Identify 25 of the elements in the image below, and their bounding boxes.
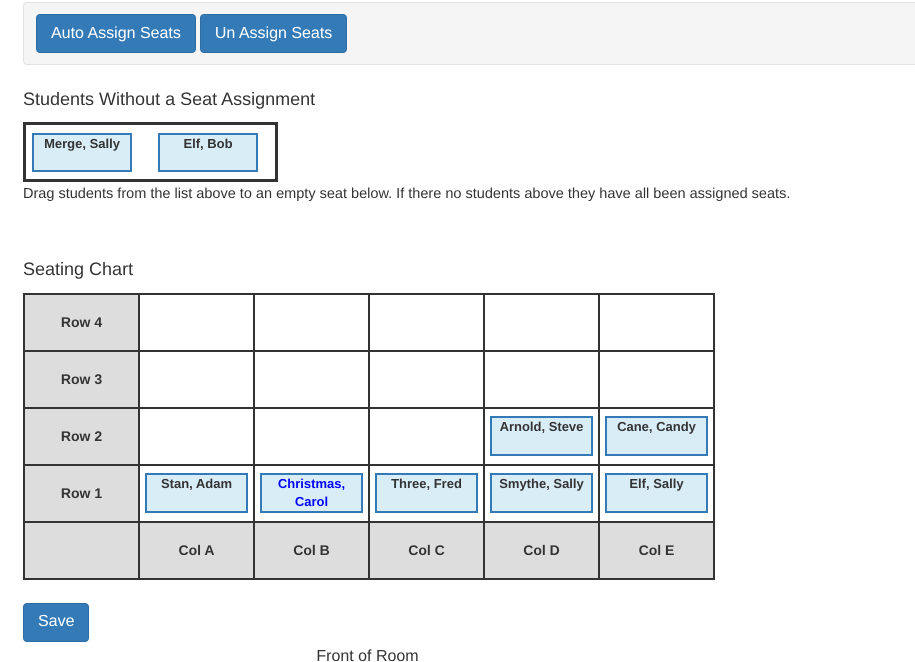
student-card[interactable]: Christmas, Carol [260, 472, 363, 513]
row-label: Row 4 [24, 294, 139, 351]
column-label: Col B [254, 522, 369, 579]
column-label: Col A [139, 522, 254, 579]
toolbar-button[interactable]: Un Assign Seats [200, 14, 348, 53]
student-card[interactable]: Elf, Sally [605, 472, 708, 513]
column-label: Col C [369, 522, 484, 579]
student-card[interactable]: Arnold, Steve [490, 416, 593, 456]
section-heading: Students Without a Seat Assignment [23, 89, 316, 111]
instructions-text: Drag students from the list above to an empty seat below. If there no students above they have all been assigned seats. [23, 184, 792, 204]
row-label: Row 3 [24, 350, 139, 408]
toolbar-button[interactable]: Auto Assign Seats [36, 14, 196, 53]
student-card[interactable]: Smythe, Sally [490, 472, 593, 513]
row-label: Row 1 [24, 464, 139, 522]
student-card[interactable]: Three, Fred [375, 472, 478, 513]
student-card[interactable]: Cane, Candy [605, 416, 708, 456]
column-label: Col E [599, 522, 714, 579]
row-label: Row 2 [24, 408, 139, 465]
student-card[interactable]: Merge, Sally [32, 132, 132, 172]
column-label: Col D [484, 522, 599, 579]
front-of-room-label: Front of Room [315, 646, 420, 662]
save-button[interactable]: Save [23, 602, 90, 642]
student-card[interactable]: Elf, Bob [158, 132, 258, 172]
section-heading: Seating Chart [23, 259, 134, 281]
student-card[interactable]: Stan, Adam [145, 472, 248, 513]
